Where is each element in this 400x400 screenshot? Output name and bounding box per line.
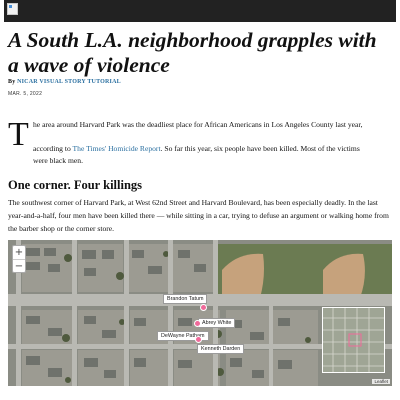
map-pin-icon[interactable]: [200, 304, 207, 311]
byline: By NICAR VISUAL STORY TUTORIAL: [8, 79, 121, 85]
article-headline: A South L.A. neighborhood grapples with …: [8, 28, 377, 77]
victim-label-kenneth-darden[interactable]: Kenneth Darden: [197, 344, 245, 354]
byline-prefix: By: [8, 79, 18, 85]
section-paragraph: The southwest corner of Harvard Park, at…: [8, 198, 389, 233]
victim-label-abrey-white[interactable]: Abrey White: [198, 318, 236, 328]
map-pin-icon[interactable]: [194, 320, 201, 327]
byline-author-link[interactable]: NICAR VISUAL STORY TUTORIAL: [17, 79, 121, 85]
zoom-out-button[interactable]: −: [13, 259, 25, 273]
map-attribution-link[interactable]: Leaflet: [372, 379, 390, 384]
lede-prefix: according to: [33, 144, 73, 153]
lede-paragraph-line1: he area around Harvard Park was the dead…: [33, 120, 363, 129]
inset-map-imagery: [323, 308, 384, 372]
victim-label-brandon-tatum[interactable]: Brandon Tatum: [163, 294, 208, 304]
map-zoom-control: + −: [12, 245, 26, 273]
drop-cap: T: [8, 116, 29, 153]
zoom-in-button[interactable]: +: [13, 246, 25, 259]
overview-inset-map[interactable]: [322, 307, 385, 373]
satellite-map[interactable]: + − Brandon Tatum Abrey White DeWayne Pa…: [8, 240, 392, 386]
map-pin-icon[interactable]: [195, 336, 202, 343]
publish-date: MAR. 5, 2022: [8, 91, 43, 97]
broken-image-icon: [7, 3, 18, 15]
site-header-bar: [4, 0, 396, 22]
lede-paragraph: according to The Times' Homicide Report.…: [33, 143, 373, 167]
homicide-report-link[interactable]: The Times' Homicide Report: [73, 144, 161, 153]
section-heading: One corner. Four killings: [8, 178, 143, 192]
